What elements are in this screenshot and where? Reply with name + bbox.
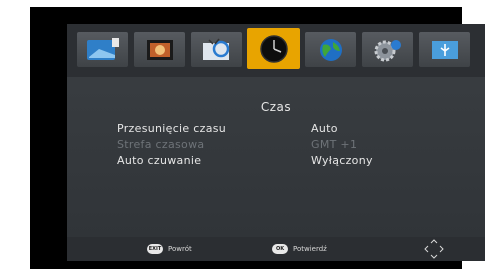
usb-icon [431, 40, 458, 59]
ok-key-icon: OK [272, 244, 288, 254]
clock-icon [259, 34, 288, 63]
tab-usb[interactable] [419, 32, 470, 67]
setting-label-auto-standby[interactable]: Auto czuwanie [117, 154, 201, 167]
setting-value-time-zone: GMT +1 [311, 138, 358, 151]
menu-tab-bar [67, 24, 485, 77]
back-label: Powrót [168, 245, 192, 253]
dpad-arrows-icon [424, 239, 444, 259]
menu-screen: Czas Przesunięcie czasu Auto Strefa czas… [67, 24, 485, 261]
picture-icon [146, 39, 173, 60]
exit-key-icon: EXIT [147, 244, 163, 254]
globe-icon [319, 38, 342, 61]
setting-label-time-zone: Strefa czasowa [117, 138, 205, 151]
setting-label-time-offset[interactable]: Przesunięcie czasu [117, 122, 226, 135]
footer-hint-bar: EXIT Powrót OK Potwierdź [67, 237, 485, 261]
setting-value-time-offset[interactable]: Auto [311, 122, 338, 135]
tab-picture[interactable] [134, 32, 185, 67]
confirm-label: Potwierdź [293, 245, 327, 253]
settings-icon [374, 39, 401, 61]
back-hint[interactable]: EXIT Powrót [147, 243, 192, 255]
tv-channels-icon [86, 37, 119, 60]
tab-search[interactable] [191, 32, 242, 67]
tab-tv-channels[interactable] [77, 32, 128, 67]
tab-settings[interactable] [362, 32, 413, 67]
search-icon [202, 38, 229, 60]
confirm-hint[interactable]: OK Potwierdź [272, 243, 327, 255]
tv-bezel: Czas Przesunięcie czasu Auto Strefa czas… [30, 7, 485, 269]
page-title: Czas [260, 100, 292, 114]
tab-time[interactable] [247, 28, 300, 69]
setting-value-auto-standby[interactable]: Wyłączony [311, 154, 373, 167]
tab-globe[interactable] [305, 32, 356, 67]
